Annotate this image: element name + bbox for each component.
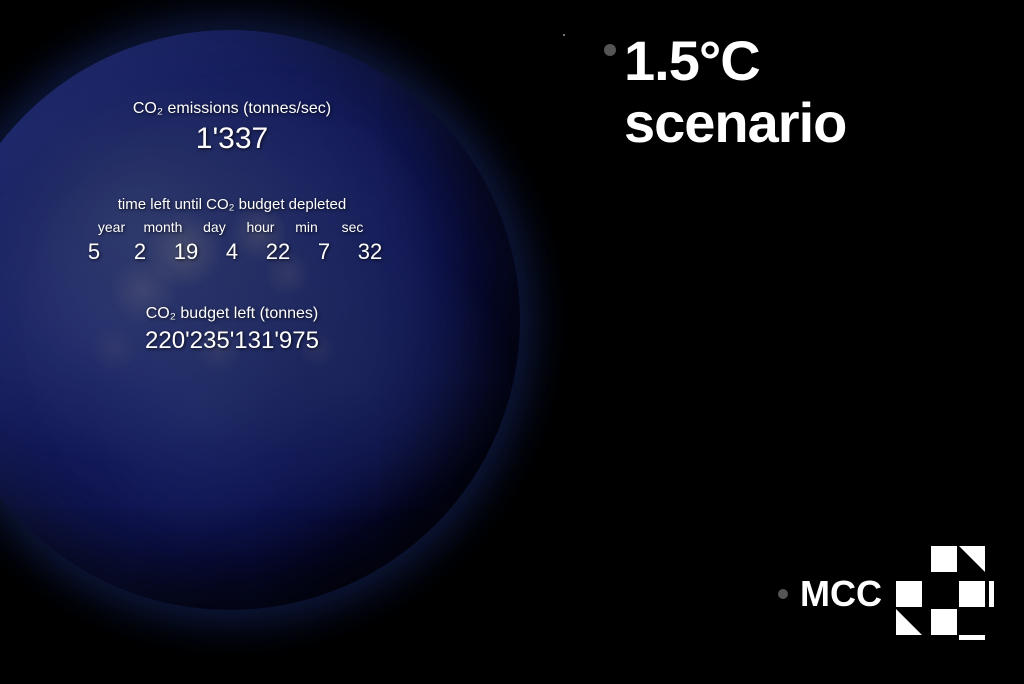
title-bullet [604, 44, 616, 56]
scenario-title-container: 1.5°C scenario [604, 30, 994, 153]
mcc-logo [894, 544, 994, 644]
value-hour: 4 [218, 239, 246, 265]
budget-label: CO₂ budget left (tonnes) [80, 305, 384, 323]
mcc-label: MCC [800, 573, 882, 615]
time-unit-values: 5 2 19 4 22 7 32 [80, 239, 384, 265]
countdown-label: time left until CO₂ budget depleted [80, 196, 384, 213]
header-year: year [98, 219, 126, 235]
value-day: 19 [172, 239, 200, 265]
emissions-label: CO₂ emissions (tonnes/sec) [80, 100, 384, 118]
earth-data-overlay: CO₂ emissions (tonnes/sec) 1'337 time le… [80, 100, 384, 355]
mcc-branding: MCC [604, 544, 994, 644]
value-min: 22 [264, 239, 292, 265]
header-sec: sec [338, 219, 366, 235]
value-year: 5 [80, 239, 108, 265]
countdown-section: time left until CO₂ budget depleted year… [80, 196, 384, 265]
budget-value: 220'235'131'975 [80, 327, 384, 355]
header-month: month [144, 219, 183, 235]
scenario-title: 1.5°C scenario [624, 30, 994, 153]
time-unit-headers: year month day hour min sec [80, 219, 384, 235]
emissions-value: 1'337 [80, 122, 384, 156]
value-month: 2 [126, 239, 154, 265]
right-panel: 1.5°C scenario MCC [584, 0, 1024, 684]
header-hour: hour [246, 219, 274, 235]
value-sec: 7 [310, 239, 338, 265]
value-subsec: 32 [356, 239, 384, 265]
mcc-bullet [778, 589, 788, 599]
header-day: day [200, 219, 228, 235]
header-min: min [292, 219, 320, 235]
